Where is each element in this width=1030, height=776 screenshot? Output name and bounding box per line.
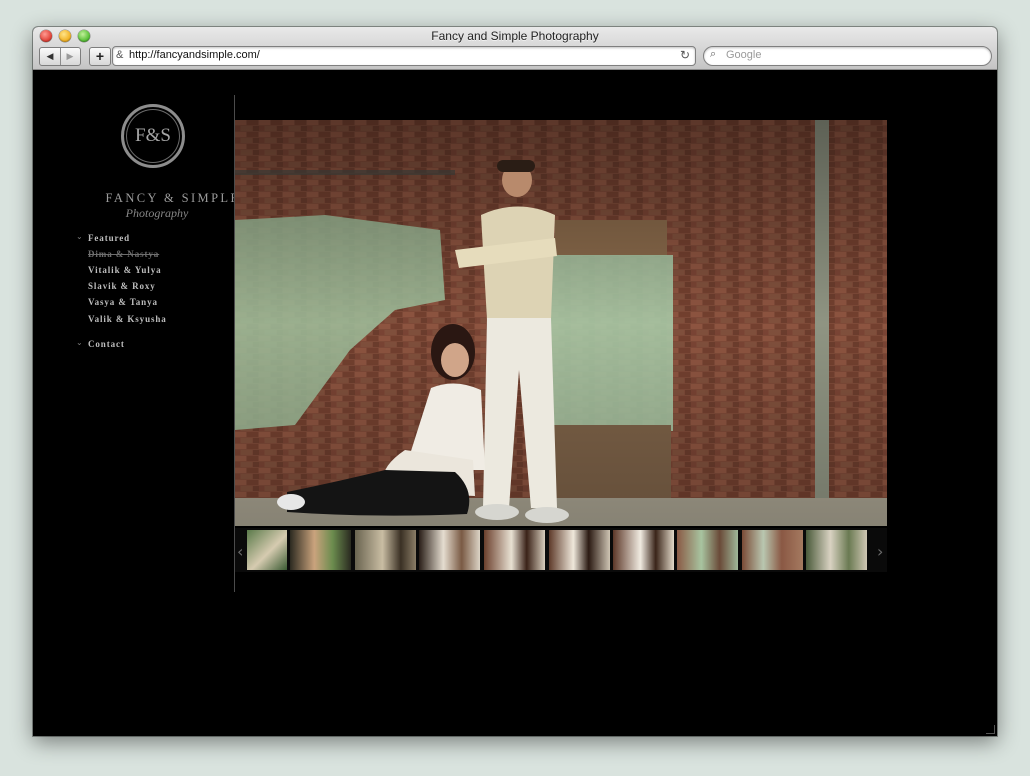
title-bar: Fancy and Simple Photography ◀ ▶ + & htt… [33,27,997,70]
page-content: F&S FANCY & SIMPLE Photography ⌄ Feature… [33,70,997,736]
history-buttons: ◀ ▶ [39,47,81,66]
search-field[interactable]: ⌕ Google [703,46,992,66]
thumbnail[interactable] [247,530,287,570]
thumbnail[interactable] [419,530,480,570]
url-text[interactable]: http://fancyandsimple.com/ [129,49,260,61]
prev-arrow-icon[interactable]: ‹ [237,542,243,561]
thumbnail[interactable] [742,530,803,570]
main-photo[interactable] [235,120,887,526]
thumbnail[interactable] [484,530,545,570]
reload-icon[interactable]: ↻ [680,48,690,62]
site-icon: & [116,49,124,61]
logo[interactable]: F&S [121,104,185,168]
menu-item-vasya-tanya[interactable]: Vasya & Tanya [88,297,158,307]
menu-item-featured[interactable]: Featured [88,233,130,243]
thumbnail[interactable] [613,530,674,570]
chevron-down-icon: ⌄ [76,232,83,241]
menu-item-dima-nastya[interactable]: Dima & Nastya [88,249,159,259]
thumbnail[interactable] [806,530,867,570]
thumbnail[interactable] [290,530,351,570]
menu-item-valik-ksyusha[interactable]: Valik & Ksyusha [88,314,167,324]
back-icon[interactable]: ◀ [40,48,61,65]
resize-grip-icon[interactable] [986,725,995,734]
thumbnail[interactable] [549,530,610,570]
menu-item-vitalik-yulya[interactable]: Vitalik & Yulya [88,265,162,275]
chevron-down-icon: ⌄ [76,338,83,347]
search-placeholder: Google [726,49,762,61]
thumbnail[interactable] [355,530,416,570]
menu-item-slavik-roxy[interactable]: Slavik & Roxy [88,281,156,291]
next-arrow-icon[interactable]: › [877,542,883,561]
browser-window: Fancy and Simple Photography ◀ ▶ + & htt… [33,27,997,736]
photo-illustration [235,120,887,526]
logo-monogram: F&S [135,125,171,146]
add-bookmark-button[interactable]: + [89,47,111,66]
thumbnail-strip: ‹ › [235,528,887,572]
forward-icon[interactable]: ▶ [60,48,80,65]
window-title: Fancy and Simple Photography [431,29,599,43]
menu-item-contact[interactable]: Contact [88,339,125,349]
brand-tagline: Photography [125,206,189,220]
thumbnail[interactable] [677,530,738,570]
search-icon[interactable]: ⌕ [710,48,716,61]
address-bar[interactable]: & http://fancyandsimple.com/ ↻ [112,46,696,66]
